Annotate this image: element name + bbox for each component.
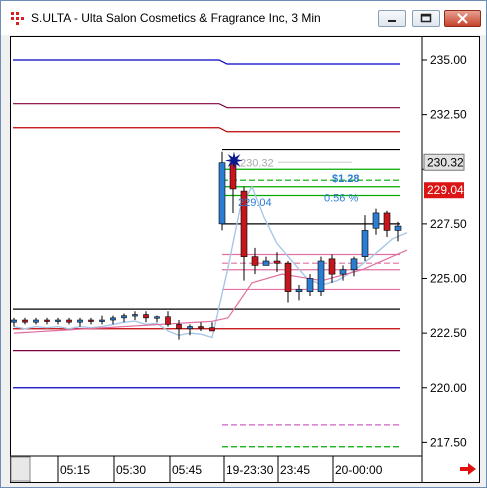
x-tick-label: 23:45 [280, 463, 310, 477]
candle-body [143, 314, 149, 319]
scroll-right-arrow-icon[interactable] [458, 461, 478, 477]
candle-body [22, 319, 28, 323]
candle-body [88, 319, 94, 322]
candle-body [176, 324, 182, 330]
candle-body [99, 319, 105, 322]
x-tick-label: 05:30 [116, 463, 146, 477]
candle-body [229, 162, 237, 190]
x-axis-scroll-handle [10, 456, 31, 482]
candle-body [165, 316, 171, 325]
candle-body [198, 326, 204, 329]
x-tick-label: 05:15 [60, 463, 90, 477]
y-tick-label: 220.00 [430, 381, 467, 395]
current-price-star-icon [225, 151, 243, 170]
change-label: $1.28 [332, 173, 360, 185]
x-tick-label: 20-00:00 [335, 463, 383, 477]
candle-body [132, 314, 138, 317]
candle-body [350, 258, 358, 271]
candle-body [187, 326, 193, 330]
window-title: S.ULTA - Ulta Salon Cosmetics & Fragranc… [31, 11, 321, 25]
chart-window: S.ULTA - Ulta Salon Cosmetics & Fragranc… [0, 0, 487, 488]
candle-body [339, 269, 347, 275]
high-annotation: 230.32 [240, 157, 274, 169]
low-annotation: 229.04 [238, 197, 272, 209]
candle-body [44, 319, 50, 322]
chart-app-icon [11, 12, 24, 25]
candle-body [262, 260, 270, 266]
close-icon [457, 13, 468, 24]
maximize-button[interactable] [412, 10, 440, 27]
minimize-icon [388, 20, 396, 22]
y-tick-label: 225.00 [430, 272, 467, 286]
candle-body [33, 319, 39, 323]
close-button[interactable] [444, 10, 481, 27]
candle-body [218, 162, 226, 225]
candle-body [11, 319, 17, 323]
candle-body [66, 319, 72, 323]
candle-body [317, 260, 325, 292]
candle-body [251, 256, 259, 266]
change-pct-label: 0.56 % [324, 193, 358, 205]
candle-body [394, 225, 402, 231]
y-tick-label: 217.50 [430, 435, 467, 449]
y-tick-label: 232.50 [430, 108, 467, 122]
candle-body [77, 319, 83, 323]
maximize-icon [420, 13, 432, 23]
candle-body [121, 315, 127, 319]
y-tick-label: 235.00 [430, 53, 467, 67]
chart-area[interactable]: 235.00 232.50 227.50 225.00 222.50 220.00 217.… [10, 36, 480, 483]
x-tick-label: 19-23:30 [226, 463, 274, 477]
candle-body [110, 317, 116, 321]
candle-body [55, 319, 61, 322]
title-bar[interactable]: S.ULTA - Ulta Salon Cosmetics & Fragranc… [1, 1, 486, 35]
candle-body [154, 316, 160, 319]
bid-price-label: 229.04 [427, 183, 464, 197]
candle-body [383, 212, 391, 231]
minimize-button[interactable] [378, 10, 406, 27]
candle-body [306, 278, 314, 292]
candle-body [372, 212, 380, 229]
y-tick-label: 222.50 [430, 326, 467, 340]
price-chart[interactable]: 235.00 232.50 227.50 225.00 222.50 220.00 217.… [10, 36, 480, 483]
last-price-label: 230.32 [427, 155, 464, 169]
x-tick-label: 05:45 [172, 463, 202, 477]
candle-body [273, 260, 281, 264]
candle-body [295, 289, 303, 292]
candle-body [209, 327, 215, 332]
candle-body [284, 262, 292, 292]
y-tick-label: 227.50 [430, 217, 467, 231]
candle-body [328, 258, 336, 275]
candle-body [361, 230, 369, 257]
